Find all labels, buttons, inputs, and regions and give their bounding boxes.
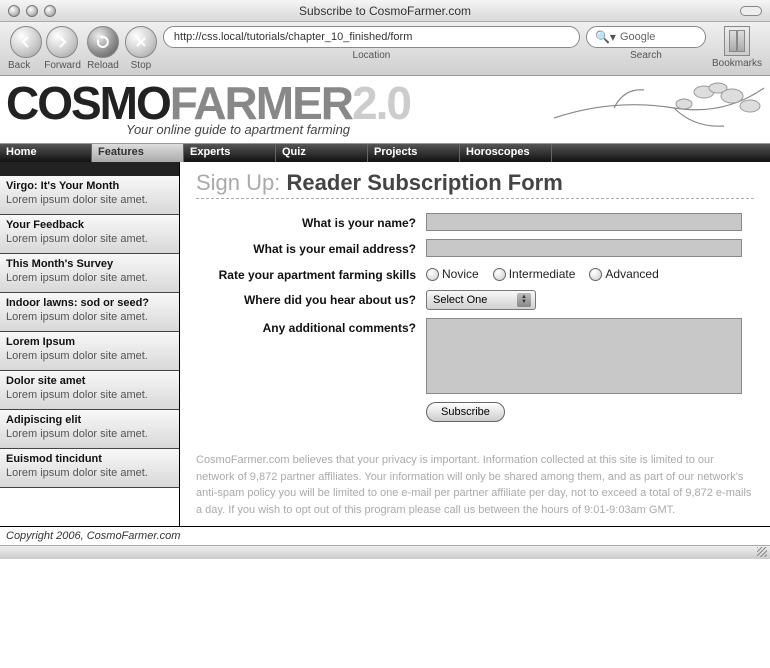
sidebar-item[interactable]: Adipiscing elit Lorem ipsum dolor site am… xyxy=(0,410,179,449)
nav-projects[interactable]: Projects xyxy=(368,144,460,162)
sidebar-item-body: Lorem ipsum dolor site amet. xyxy=(6,233,173,245)
sidebar: Virgo: It's Your Month Lorem ipsum dolor … xyxy=(0,162,180,526)
nav-home[interactable]: Home xyxy=(0,144,92,162)
comments-label: Any additional comments? xyxy=(196,318,426,335)
content-area: Sign Up: Reader Subscription Form What i… xyxy=(180,162,770,526)
source-label: Where did you hear about us? xyxy=(196,290,426,307)
sidebar-item[interactable]: Lorem Ipsum Lorem ipsum dolor site amet. xyxy=(0,332,179,371)
sidebar-item[interactable]: Euismod tincidunt Lorem ipsum dolor site … xyxy=(0,449,179,488)
comments-textarea[interactable] xyxy=(426,318,742,394)
sidebar-item-body: Lorem ipsum dolor site amet. xyxy=(6,272,173,284)
nav-quiz[interactable]: Quiz xyxy=(276,144,368,162)
sidebar-item-body: Lorem ipsum dolor site amet. xyxy=(6,428,173,440)
sidebar-item-title: Dolor site amet xyxy=(6,375,173,387)
search-label: Search xyxy=(630,50,662,61)
logo-part-version: 2.0 xyxy=(352,77,410,129)
sidebar-item[interactable]: Your Feedback Lorem ipsum dolor site amet… xyxy=(0,215,179,254)
page-title-main: Reader Subscription Form xyxy=(287,170,563,195)
page-body: COSMOFARMER2.0 Your online guide to apar… xyxy=(0,76,770,545)
reload-button[interactable] xyxy=(87,26,119,58)
url-value: http://css.local/tutorials/chapter_10_fi… xyxy=(174,31,412,43)
sidebar-item-title: Indoor lawns: sod or seed? xyxy=(6,297,173,309)
url-input[interactable]: http://css.local/tutorials/chapter_10_fi… xyxy=(163,26,580,48)
page-title-prefix: Sign Up: xyxy=(196,170,280,195)
search-placeholder: Google xyxy=(620,31,655,43)
arrow-left-icon xyxy=(18,34,34,50)
sidebar-item-title: Your Feedback xyxy=(6,219,173,231)
subscribe-button[interactable]: Subscribe xyxy=(426,402,505,422)
browser-toolbar: Back Forward Reload Stop http://css.loca… xyxy=(0,22,770,76)
forward-button[interactable] xyxy=(46,26,78,58)
search-provider-icon: 🔍▾ xyxy=(595,30,616,44)
select-arrows-icon: ▲▼ xyxy=(517,293,531,307)
sidebar-item-title: Virgo: It's Your Month xyxy=(6,180,173,192)
form-row-name: What is your name? xyxy=(196,213,754,231)
sidebar-item-body: Lorem ipsum dolor site amet. xyxy=(6,311,173,323)
form-row-source: Where did you hear about us? Select One … xyxy=(196,290,754,310)
radio-icon xyxy=(426,268,439,281)
nav-experts[interactable]: Experts xyxy=(184,144,276,162)
nav-features[interactable]: Features xyxy=(92,144,184,162)
main-layout: Virgo: It's Your Month Lorem ipsum dolor … xyxy=(0,162,770,526)
sidebar-item-body: Lorem ipsum dolor site amet. xyxy=(6,467,173,479)
skill-option-intermediate[interactable]: Intermediate xyxy=(493,267,576,281)
nav-horoscopes[interactable]: Horoscopes xyxy=(460,144,552,162)
main-nav: Home Features Experts Quiz Projects Horo… xyxy=(0,144,770,162)
form-row-comments: Any additional comments? xyxy=(196,318,754,394)
email-input[interactable] xyxy=(426,239,742,257)
sidebar-item-body: Lorem ipsum dolor site amet. xyxy=(6,194,173,206)
sidebar-item[interactable]: Indoor lawns: sod or seed? Lorem ipsum do… xyxy=(0,293,179,332)
bookmarks-label: Bookmarks xyxy=(712,58,762,69)
sidebar-item[interactable]: Dolor site amet Lorem ipsum dolor site am… xyxy=(0,371,179,410)
reload-label: Reload xyxy=(87,60,119,71)
skill-option-advanced[interactable]: Advanced xyxy=(589,267,658,281)
sidebar-header-strip xyxy=(0,162,179,176)
back-label: Back xyxy=(8,60,30,71)
sidebar-item[interactable]: This Month's Survey Lorem ipsum dolor sit… xyxy=(0,254,179,293)
privacy-fineprint: CosmoFarmer.com believes that your priva… xyxy=(196,452,754,518)
flower-decoration xyxy=(554,78,764,142)
sidebar-item-title: Adipiscing elit xyxy=(6,414,173,426)
email-label: What is your email address? xyxy=(196,239,426,256)
toolbar-toggle-button[interactable] xyxy=(740,6,762,16)
window-titlebar: Subscribe to CosmoFarmer.com xyxy=(0,0,770,22)
window-title: Subscribe to CosmoFarmer.com xyxy=(0,4,770,18)
form-row-submit: Subscribe xyxy=(196,402,754,422)
sidebar-item-body: Lorem ipsum dolor site amet. xyxy=(6,389,173,401)
source-select[interactable]: Select One ▲▼ xyxy=(426,290,536,310)
sidebar-item-title: Lorem Ipsum xyxy=(6,336,173,348)
stop-button[interactable] xyxy=(125,26,157,58)
radio-icon xyxy=(493,268,506,281)
page-title: Sign Up: Reader Subscription Form xyxy=(196,170,754,199)
form-row-email: What is your email address? xyxy=(196,239,754,257)
skill-option-novice[interactable]: Novice xyxy=(426,267,479,281)
search-input[interactable]: 🔍▾ Google xyxy=(586,26,706,48)
stop-label: Stop xyxy=(131,60,152,71)
sidebar-item-title: This Month's Survey xyxy=(6,258,173,270)
forward-label: Forward xyxy=(44,60,81,71)
sidebar-item[interactable]: Virgo: It's Your Month Lorem ipsum dolor … xyxy=(0,176,179,215)
window-resize-bar[interactable] xyxy=(0,545,770,559)
site-banner: COSMOFARMER2.0 Your online guide to apar… xyxy=(0,76,770,144)
site-footer: Copyright 2006, CosmoFarmer.com xyxy=(0,526,770,545)
name-label: What is your name? xyxy=(196,213,426,230)
back-button[interactable] xyxy=(10,26,42,58)
stop-icon xyxy=(133,34,149,50)
bookmarks-button[interactable] xyxy=(724,26,750,56)
sidebar-item-body: Lorem ipsum dolor site amet. xyxy=(6,350,173,362)
source-select-value: Select One xyxy=(433,294,487,306)
form-row-skill: Rate your apartment farming skills Novic… xyxy=(196,265,754,282)
arrow-right-icon xyxy=(54,34,70,50)
radio-icon xyxy=(589,268,602,281)
sidebar-item-title: Euismod tincidunt xyxy=(6,453,173,465)
nav-filler xyxy=(552,144,770,162)
reload-icon xyxy=(95,34,111,50)
skill-label: Rate your apartment farming skills xyxy=(196,265,426,282)
name-input[interactable] xyxy=(426,213,742,231)
location-label: Location xyxy=(353,50,391,61)
